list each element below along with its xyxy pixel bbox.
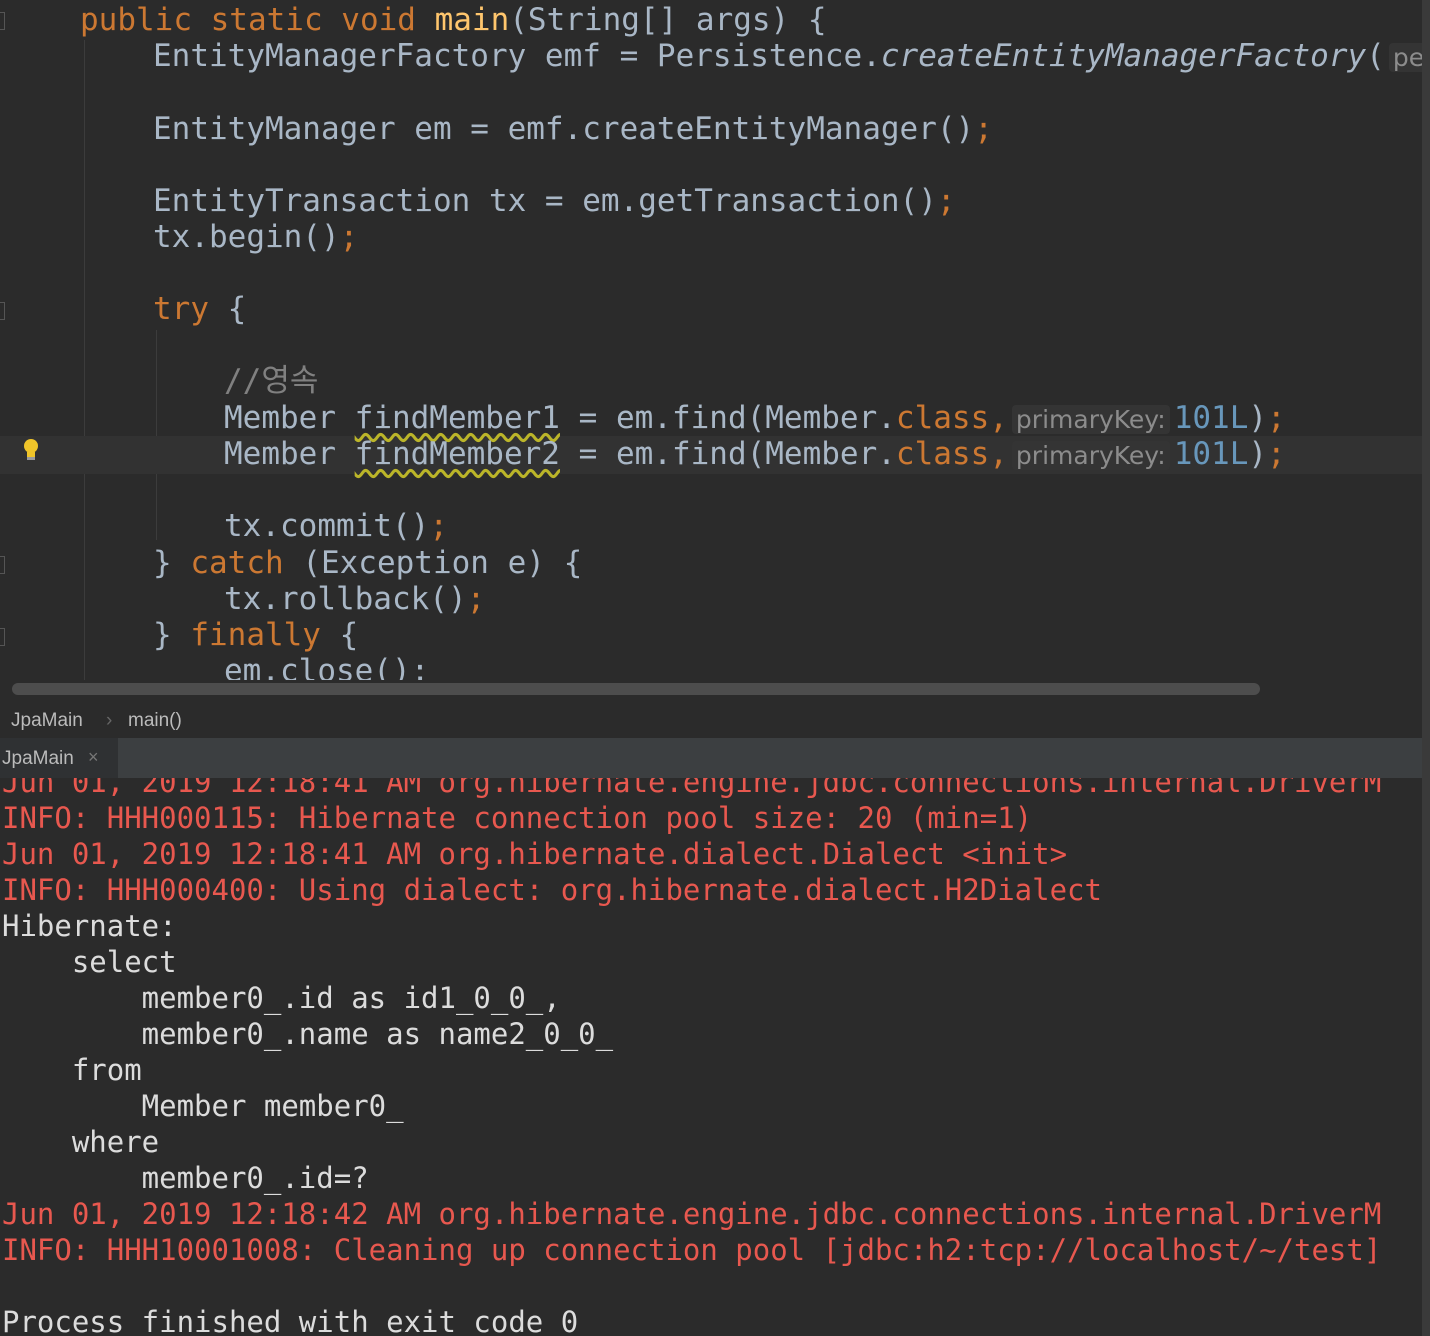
breadcrumb: JpaMain › main()	[0, 702, 1422, 738]
console-line: from	[2, 1053, 142, 1087]
console-line: select	[2, 945, 177, 979]
code-line[interactable]: Member findMember2 = em.find(Member.clas…	[224, 436, 1286, 474]
code-line[interactable]: public static void main(String[] args) {	[80, 2, 827, 38]
parameter-hint: primaryKey:	[1011, 405, 1170, 434]
code-comment[interactable]: //영속	[224, 363, 318, 399]
code-editor[interactable]: public static void main(String[] args) {…	[0, 0, 1422, 680]
console-line: Jun 01, 2019 12:18:41 AM org.hibernate.d…	[2, 837, 1068, 871]
console-line: where	[2, 1125, 160, 1159]
run-tool-window-tabs: JpaMain ×	[0, 738, 1422, 778]
fold-marker[interactable]	[0, 302, 5, 320]
code-line[interactable]: tx.rollback();	[224, 581, 485, 617]
chevron-right-icon: ›	[106, 710, 113, 731]
parameter-hint: primaryKey:	[1011, 441, 1170, 470]
code-line[interactable]: EntityTransaction tx = em.getTransaction…	[153, 183, 956, 219]
run-console[interactable]: Jun 01, 2019 12:18:41 AM org.hibernate.e…	[0, 778, 1422, 1336]
code-line[interactable]: EntityManager em = emf.createEntityManag…	[153, 111, 993, 147]
console-line: INFO: HHH10001008: Cleaning up connectio…	[2, 1233, 1382, 1267]
indent-guide	[156, 330, 157, 540]
console-line: Process finished with exit code 0	[2, 1305, 579, 1336]
console-line: INFO: HHH000400: Using dialect: org.hibe…	[2, 873, 1102, 907]
fold-marker[interactable]	[0, 628, 5, 646]
code-line[interactable]: Member findMember1 = em.find(Member.clas…	[224, 400, 1286, 438]
indent-guide	[84, 40, 85, 680]
code-line[interactable]: tx.commit();	[224, 508, 448, 544]
code-line[interactable]: em.close();	[224, 653, 429, 680]
code-line[interactable]: EntityManagerFactory emf = Persistence.c…	[153, 38, 1422, 76]
console-line: Member member0_	[2, 1089, 404, 1123]
code-line[interactable]: } finally {	[153, 617, 358, 653]
console-line: Jun 01, 2019 12:18:41 AM org.hibernate.e…	[2, 778, 1382, 799]
console-line: member0_.id as id1_0_0_,	[2, 981, 561, 1015]
breadcrumb-method[interactable]: main()	[128, 710, 182, 732]
console-line: Hibernate:	[2, 909, 177, 943]
console-line: member0_.id=?	[2, 1161, 369, 1195]
close-icon[interactable]: ×	[88, 747, 99, 768]
console-line: INFO: HHH000115: Hibernate connection po…	[2, 801, 1033, 835]
horizontal-scrollbar-thumb[interactable]	[12, 683, 1260, 695]
parameter-hint: persi	[1388, 43, 1422, 72]
code-line[interactable]: tx.begin();	[153, 219, 358, 255]
breadcrumb-class[interactable]: JpaMain	[11, 710, 83, 732]
lightbulb-icon[interactable]	[22, 438, 40, 462]
code-line[interactable]: try {	[153, 291, 246, 327]
tab-label: JpaMain	[2, 748, 74, 769]
tab-jpamain[interactable]: JpaMain ×	[0, 738, 118, 778]
fold-marker[interactable]	[0, 12, 5, 30]
console-line: Jun 01, 2019 12:18:42 AM org.hibernate.e…	[2, 1197, 1382, 1231]
console-line: member0_.name as name2_0_0_	[2, 1017, 614, 1051]
fold-marker[interactable]	[0, 556, 5, 574]
code-line[interactable]: } catch (Exception e) {	[153, 545, 582, 581]
vertical-scrollbar[interactable]	[1422, 0, 1430, 1336]
